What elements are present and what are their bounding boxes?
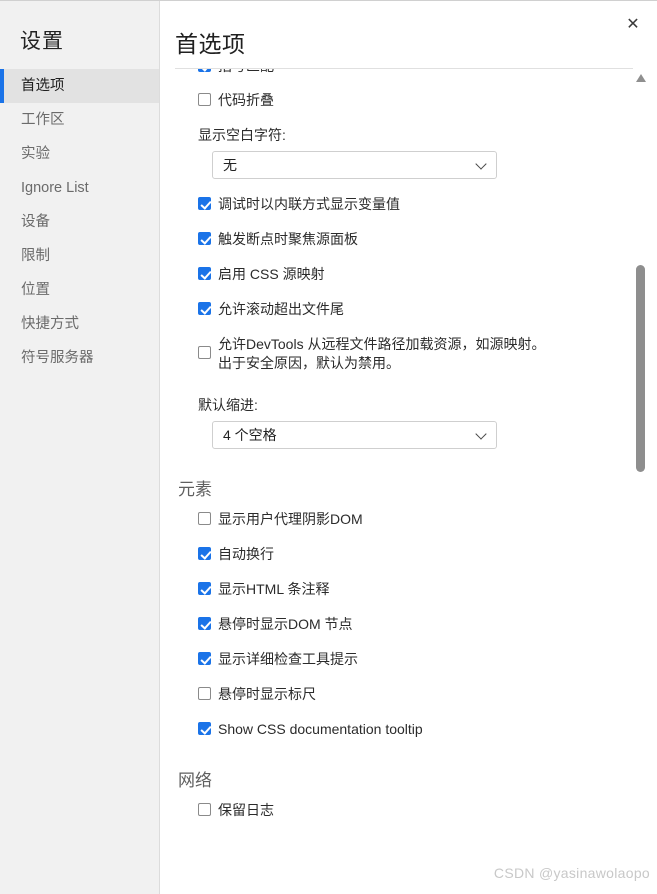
sidebar-item-1[interactable]: 工作区 xyxy=(0,103,159,137)
sidebar-item-label: 首选项 xyxy=(21,78,65,94)
scroll-up-arrow-icon[interactable] xyxy=(636,74,646,82)
checkbox-row[interactable]: 启用 CSS 源映射 xyxy=(161,265,635,285)
checkbox-label: 启用 CSS 源映射 xyxy=(218,266,325,282)
sidebar-item-label: 快捷方式 xyxy=(21,316,79,332)
checkbox-row[interactable]: 自动换行 xyxy=(161,545,635,565)
checkbox-row[interactable]: 括号匹配 xyxy=(161,69,635,77)
sidebar-item-label: 实验 xyxy=(21,146,50,162)
sidebar-title: 设置 xyxy=(20,30,64,53)
indent-select[interactable]: 4 个空格 xyxy=(212,421,497,449)
section-title-elements: 元素 xyxy=(178,480,212,499)
main-panel: ✕ 首选项 括号匹配代码折叠显示空白字符: 无调试时以内联方式显示变量值触发断点时… xyxy=(161,1,657,894)
checkbox-row[interactable]: Show CSS documentation tooltip xyxy=(161,720,635,740)
checkbox-label: 悬停时显示标尺 xyxy=(218,686,316,702)
checkbox-row[interactable]: 允许滚动超出文件尾 xyxy=(161,300,635,320)
checkbox-unchecked-icon[interactable] xyxy=(198,512,211,525)
sidebar-item-label: Ignore List xyxy=(21,180,89,196)
settings-scroll-viewport: 括号匹配代码折叠显示空白字符: 无调试时以内联方式显示变量值触发断点时聚焦源面板启… xyxy=(161,69,657,894)
sidebar-item-3[interactable]: Ignore List xyxy=(0,171,159,205)
checkbox-unchecked-icon[interactable] xyxy=(198,346,211,359)
checkbox-unchecked-icon[interactable] xyxy=(198,803,211,816)
checkbox-label: 调试时以内联方式显示变量值 xyxy=(218,196,400,212)
sidebar-item-4[interactable]: 设备 xyxy=(0,205,159,239)
sidebar-item-8[interactable]: 符号服务器 xyxy=(0,341,159,375)
settings-dialog: 设置 首选项工作区实验 Ignore List 设备限制位置快捷方式符号服务器 ✕ … xyxy=(0,0,657,894)
sidebar-item-label: 工作区 xyxy=(21,112,65,128)
checkbox-unchecked-icon[interactable] xyxy=(198,687,211,700)
checkbox-row[interactable]: 显示HTML 条注释 xyxy=(161,580,635,600)
checkbox-label: 显示详细检查工具提示 xyxy=(218,651,358,667)
sidebar-item-0[interactable]: 首选项 xyxy=(0,69,159,103)
section-title-network: 网络 xyxy=(178,771,212,790)
checkbox-row[interactable]: 显示详细检查工具提示 xyxy=(161,650,635,670)
checkbox-label: 自动换行 xyxy=(218,546,274,562)
indent-select-wrap: 4 个空格 xyxy=(212,421,497,449)
checkbox-row[interactable]: 保留日志 xyxy=(161,801,635,821)
checkbox-row[interactable]: 悬停时显示DOM 节点 xyxy=(161,615,635,635)
checkbox-label: 代码折叠 xyxy=(218,92,274,108)
checkbox-checked-icon[interactable] xyxy=(198,267,211,280)
sidebar: 设置 首选项工作区实验 Ignore List 设备限制位置快捷方式符号服务器 xyxy=(0,1,160,894)
settings-content: 括号匹配代码折叠显示空白字符: 无调试时以内联方式显示变量值触发断点时聚焦源面板启… xyxy=(161,69,635,836)
sidebar-item-7[interactable]: 快捷方式 xyxy=(0,307,159,341)
checkbox-label: Show CSS documentation tooltip xyxy=(218,721,423,737)
checkbox-checked-icon[interactable] xyxy=(198,197,211,210)
indent-label: 默认缩进: xyxy=(198,397,258,413)
vertical-scrollbar[interactable] xyxy=(634,69,648,894)
checkbox-checked-icon[interactable] xyxy=(198,69,211,72)
sidebar-item-label: 限制 xyxy=(21,248,50,264)
checkbox-row[interactable]: 悬停时显示标尺 xyxy=(161,685,635,705)
whitespace-label: 显示空白字符: xyxy=(198,127,286,143)
sidebar-nav-list: 首选项工作区实验 Ignore List 设备限制位置快捷方式符号服务器 xyxy=(0,69,159,375)
sidebar-item-5[interactable]: 限制 xyxy=(0,239,159,273)
checkbox-label: 悬停时显示DOM 节点 xyxy=(218,616,353,632)
checkbox-label: 显示HTML 条注释 xyxy=(218,581,330,597)
checkbox-row[interactable]: 触发断点时聚焦源面板 xyxy=(161,230,635,250)
sidebar-item-6[interactable]: 位置 xyxy=(0,273,159,307)
checkbox-checked-icon[interactable] xyxy=(198,547,211,560)
checkbox-row[interactable]: 调试时以内联方式显示变量值 xyxy=(161,195,635,215)
whitespace-select-wrap: 无 xyxy=(212,151,497,179)
checkbox-row[interactable]: 允许DevTools 从远程文件路径加载资源，如源映射。出于安全原因，默认为禁用… xyxy=(161,335,635,373)
page-title: 首选项 xyxy=(175,31,246,57)
close-icon[interactable]: ✕ xyxy=(619,11,647,39)
sidebar-item-label: 设备 xyxy=(21,214,50,230)
checkbox-unchecked-icon[interactable] xyxy=(198,93,211,106)
checkbox-label: 保留日志 xyxy=(218,802,274,818)
checkbox-checked-icon[interactable] xyxy=(198,652,211,665)
checkbox-label: 显示用户代理阴影DOM xyxy=(218,511,363,527)
whitespace-select[interactable]: 无 xyxy=(212,151,497,179)
sidebar-item-label: 位置 xyxy=(21,282,50,298)
checkbox-label: 括号匹配 xyxy=(218,69,274,76)
checkbox-checked-icon[interactable] xyxy=(198,722,211,735)
checkbox-row[interactable]: 代码折叠 xyxy=(161,91,635,111)
checkbox-row[interactable]: 显示用户代理阴影DOM xyxy=(161,510,635,530)
checkbox-label: 触发断点时聚焦源面板 xyxy=(218,231,358,247)
scrollbar-thumb[interactable] xyxy=(636,265,645,472)
checkbox-checked-icon[interactable] xyxy=(198,582,211,595)
sidebar-item-label: 符号服务器 xyxy=(21,350,94,366)
sidebar-item-2[interactable]: 实验 xyxy=(0,137,159,171)
checkbox-label: 允许滚动超出文件尾 xyxy=(218,301,344,317)
checkbox-label: 允许DevTools 从远程文件路径加载资源，如源映射。出于安全原因，默认为禁用… xyxy=(218,336,546,371)
checkbox-checked-icon[interactable] xyxy=(198,617,211,630)
checkbox-checked-icon[interactable] xyxy=(198,232,211,245)
checkbox-checked-icon[interactable] xyxy=(198,302,211,315)
